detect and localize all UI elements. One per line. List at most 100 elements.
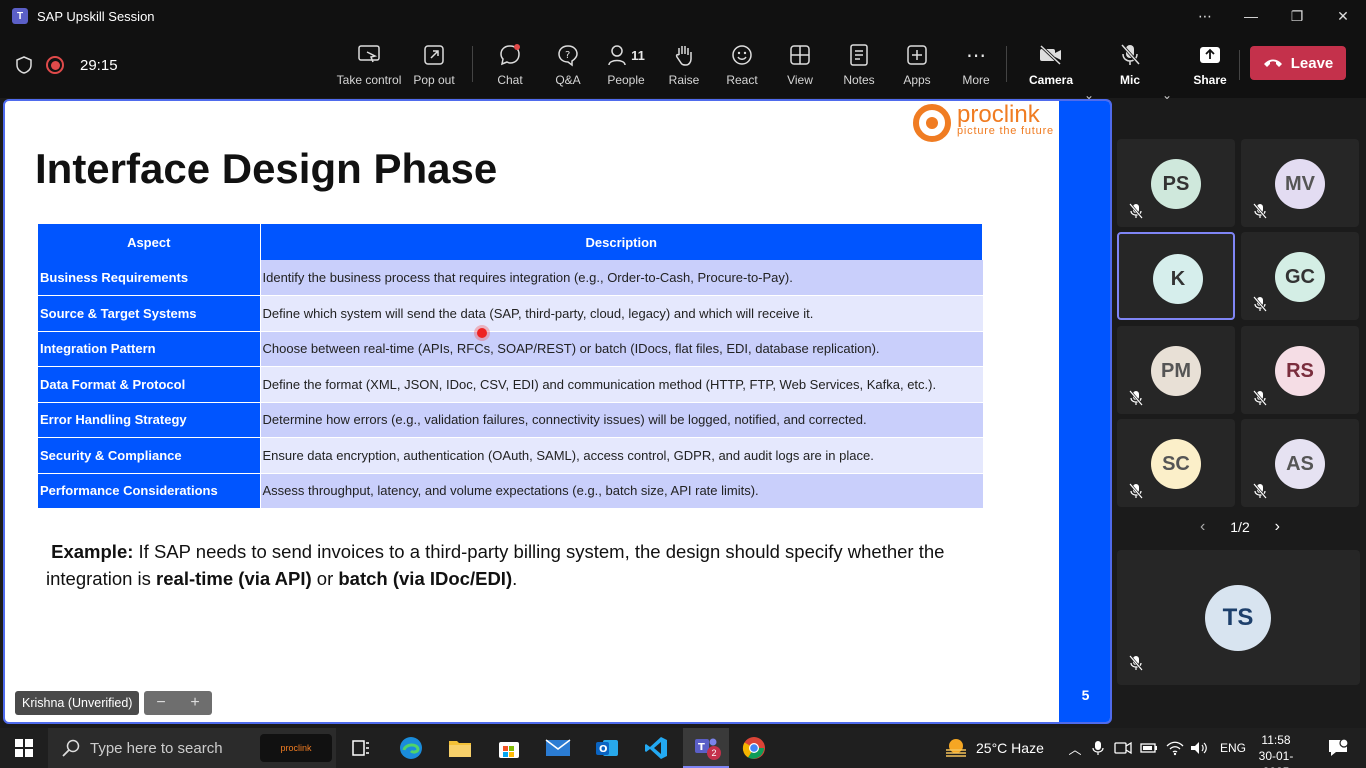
participant-tile[interactable]: GC (1241, 232, 1359, 320)
aspect-cell: Performance Considerations (38, 473, 261, 509)
battery-icon[interactable] (1140, 742, 1158, 754)
language-indicator[interactable]: ENG (1220, 741, 1246, 755)
minimize-button[interactable]: ― (1228, 0, 1274, 32)
zoom-in-icon[interactable]: + (190, 694, 199, 712)
close-button[interactable]: ✕ (1320, 0, 1366, 32)
mic-label: Mic (1119, 73, 1140, 87)
taskbar-search[interactable]: Type here to search proclink (48, 728, 336, 768)
vscode-icon[interactable] (639, 728, 673, 768)
example-text-2: or (311, 568, 339, 589)
show-hidden-icons-chevron-icon[interactable]: ︿ (1066, 739, 1084, 758)
camera-button[interactable]: Camera (1019, 42, 1083, 94)
shared-content-stage: proclink picture the future Interface De… (3, 99, 1112, 724)
system-clock[interactable]: 11:58 30-01-2025 (1246, 732, 1306, 768)
description-cell: Assess throughput, latency, and volume e… (260, 473, 983, 509)
svg-text:?: ? (565, 50, 570, 61)
participant-tile[interactable]: PS (1117, 139, 1235, 227)
avatar: PS (1151, 159, 1201, 209)
qa-label: Q&A (555, 73, 581, 87)
example-text-3: . (512, 568, 518, 589)
take-control-button[interactable]: Take control (337, 42, 401, 94)
presenter-name-tag: Krishna (Unverified) (15, 691, 140, 715)
table-row: Business Requirements Identify the busin… (38, 260, 983, 296)
mic-off-icon (1252, 390, 1268, 406)
participant-tile[interactable]: PM (1117, 326, 1235, 414)
participant-tile[interactable]: SC (1117, 419, 1235, 507)
aspect-cell: Error Handling Strategy (38, 402, 261, 438)
qa-button[interactable]: ? Q&A (536, 42, 600, 94)
leave-button[interactable]: Leave (1250, 46, 1346, 80)
search-placeholder: Type here to search (90, 739, 223, 757)
avatar: TS (1205, 585, 1271, 651)
svg-text:T: T (698, 742, 705, 753)
clock-time: 11:58 (1261, 733, 1291, 747)
more-options-icon[interactable]: ⋯ (1182, 0, 1228, 32)
description-cell: Identify the business process that requi… (260, 260, 983, 296)
participant-tile[interactable]: K (1117, 232, 1235, 320)
recording-icon (46, 56, 64, 74)
microphone-in-use-icon[interactable] (1092, 740, 1104, 756)
pop-out-icon (424, 45, 444, 65)
edge-browser-icon[interactable] (394, 728, 428, 768)
description-cell: Define which system will send the data (… (260, 295, 983, 332)
logo-tagline: picture the future (957, 125, 1054, 137)
description-cell: Choose between real-time (APIs, RFCs, SO… (260, 331, 983, 367)
mic-options-chevron-icon[interactable]: ⌄ (1162, 88, 1172, 102)
teams-icon: T (12, 8, 28, 24)
zoom-out-icon[interactable]: − (156, 694, 165, 712)
toolbar-divider (472, 46, 473, 82)
participant-tile[interactable]: RS (1241, 326, 1359, 414)
notes-icon (850, 44, 868, 66)
mail-icon[interactable] (541, 728, 575, 768)
slide-title: Interface Design Phase (35, 145, 498, 192)
take-control-label: Take control (336, 73, 402, 87)
weather-widget[interactable]: 25°C Haze (944, 728, 1044, 768)
outlook-icon[interactable]: O (590, 728, 624, 768)
window-controls: ⋯ ― ❐ ✕ (1182, 0, 1366, 32)
participant-tile[interactable]: MV (1241, 139, 1359, 227)
raise-hand-button[interactable]: Raise (652, 42, 716, 94)
volume-icon[interactable] (1190, 740, 1208, 756)
restore-button[interactable]: ❐ (1274, 0, 1320, 32)
share-button[interactable]: Share (1178, 42, 1242, 94)
microsoft-store-icon[interactable] (492, 728, 526, 768)
view-button[interactable]: View (768, 42, 832, 94)
apps-button[interactable]: Apps (885, 42, 949, 94)
start-button[interactable] (0, 728, 48, 768)
description-cell: Determine how errors (e.g., validation f… (260, 402, 983, 438)
people-label: People (607, 73, 645, 87)
svg-text:O: O (599, 744, 608, 755)
previous-page-chevron-icon[interactable]: ‹ (1200, 518, 1205, 536)
aspect-cell: Security & Compliance (38, 437, 261, 474)
mic-button[interactable]: Mic (1098, 42, 1162, 94)
people-icon (608, 45, 626, 66)
avatar: RS (1275, 346, 1325, 396)
wifi-icon[interactable] (1166, 740, 1184, 756)
notification-center-icon[interactable] (1318, 728, 1358, 768)
people-button[interactable]: 11 People (594, 42, 658, 94)
next-page-chevron-icon[interactable]: › (1275, 518, 1280, 536)
avatar: K (1153, 254, 1203, 304)
more-button[interactable]: ⋯ More (944, 42, 1008, 94)
camera-off-icon (1039, 44, 1062, 66)
aspect-cell: Source & Target Systems (38, 295, 261, 332)
chrome-icon[interactable] (737, 728, 771, 768)
pop-out-button[interactable]: Pop out (402, 42, 466, 94)
react-button[interactable]: React (710, 42, 774, 94)
file-explorer-icon[interactable] (443, 728, 477, 768)
chat-label: Chat (497, 73, 523, 87)
qa-icon: ? (558, 45, 578, 67)
meeting-timer: 29:15 (80, 56, 118, 74)
take-control-icon (358, 45, 380, 63)
participant-tile-featured[interactable]: TS (1117, 550, 1360, 685)
chat-button[interactable]: Chat (478, 42, 542, 94)
description-cell: Define the format (XML, JSON, IDoc, CSV,… (260, 366, 983, 403)
teams-taskbar-icon[interactable]: T 2 (683, 728, 729, 768)
column-header-description: Description (260, 224, 983, 260)
more-icon: ⋯ (966, 44, 986, 67)
meet-now-icon[interactable] (1114, 740, 1132, 756)
participant-tile[interactable]: AS (1241, 419, 1359, 507)
mic-off-icon (1252, 203, 1268, 219)
task-view-icon[interactable] (344, 728, 378, 768)
notes-button[interactable]: Notes (827, 42, 891, 94)
